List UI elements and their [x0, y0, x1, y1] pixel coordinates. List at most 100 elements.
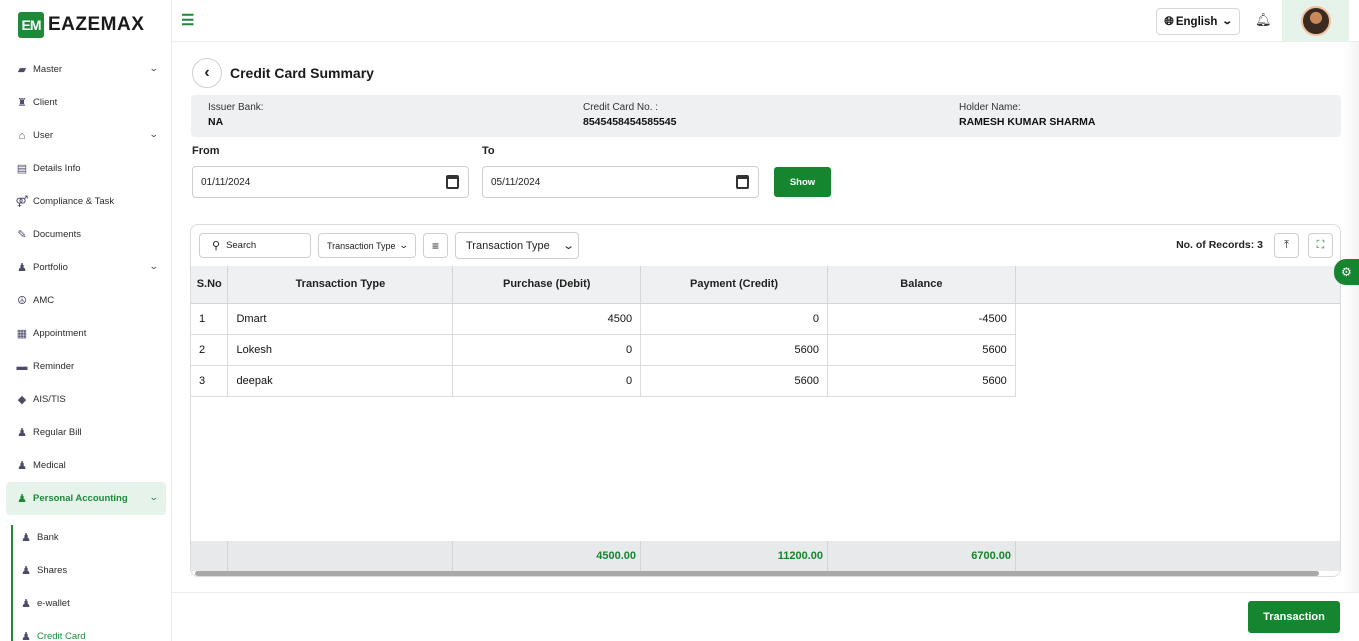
sidebar-item-label: AIS/TIS: [33, 394, 66, 405]
table-row[interactable]: 2 Lokesh 0 5600 5600: [191, 334, 1340, 366]
cell-transaction-type: Lokesh: [227, 334, 454, 366]
profile-menu[interactable]: [1282, 0, 1349, 42]
user-check-icon: ♟: [17, 427, 27, 439]
chevron-down-icon: ⌄: [561, 240, 575, 252]
chevron-down-icon: ⌄: [397, 240, 409, 250]
calendar-icon[interactable]: [736, 175, 749, 189]
footer-divider: [172, 592, 1359, 593]
sidebar-item-reminder[interactable]: ▬ Reminder: [0, 350, 171, 383]
sidebar-subitem-credit-card[interactable]: ♟ Credit Card: [0, 620, 171, 641]
language-label: English: [1175, 15, 1218, 28]
right-shade: [1343, 42, 1359, 592]
sidebar-item-appointment[interactable]: ▦ Appointment: [0, 317, 171, 350]
chevron-down-icon: ⌄: [149, 261, 160, 271]
totals-cell-empty: [191, 541, 228, 571]
hamburger-menu-icon[interactable]: ☰: [181, 13, 194, 28]
sidebar-item-details-info[interactable]: ▤ Details Info: [0, 152, 171, 185]
documents-icon: ✎: [17, 229, 27, 241]
cell-debit: 0: [452, 334, 642, 366]
sidebar-item-label: Portfolio: [33, 262, 68, 273]
chevron-down-icon: ⌄: [149, 63, 160, 73]
column-header-empty: [1015, 266, 1340, 304]
portfolio-icon: ♟: [17, 262, 27, 274]
to-date-input[interactable]: 05/11/2024: [482, 166, 759, 198]
sidebar: EM EAZEMAX ▰ Master ⌄ ♜ Client ⌂ User ⌄ ▤ Details…: [0, 0, 172, 641]
cell-balance: 5600: [827, 365, 1016, 397]
sidebar-item-label: Personal Accounting: [33, 493, 128, 504]
sidebar-item-label: Master: [33, 64, 63, 75]
record-count: No. of Records: 3: [1176, 239, 1263, 251]
sidebar-item-user[interactable]: ⌂ User ⌄: [0, 119, 171, 152]
sidebar-item-master[interactable]: ▰ Master ⌄: [0, 53, 171, 86]
holder-name-label: Holder Name:: [959, 102, 1021, 113]
sidebar-nav: ▰ Master ⌄ ♜ Client ⌂ User ⌄ ▤ Details Info ⚤ Compl…: [0, 53, 171, 641]
cell-debit: 4500: [452, 303, 642, 335]
sidebar-item-medical[interactable]: ♟ Medical: [0, 449, 171, 482]
client-icon: ♜: [17, 97, 27, 109]
fullscreen-button[interactable]: ⛶: [1308, 233, 1333, 258]
sidebar-item-portfolio[interactable]: ♟ Portfolio ⌄: [0, 251, 171, 284]
language-selector[interactable]: 🌐︎ English ⌄: [1156, 8, 1240, 35]
cell-credit: 5600: [640, 334, 828, 366]
transactions-table: S.No Transaction Type Purchase (Debit) P…: [191, 266, 1340, 397]
column-header-balance[interactable]: Balance: [827, 266, 1016, 304]
transaction-type-filter[interactable]: Transaction Type ⌄: [455, 232, 579, 259]
sidebar-subitem-shares[interactable]: ♟ Shares: [0, 554, 171, 587]
sidebar-item-documents[interactable]: ✎ Documents: [0, 218, 171, 251]
column-header-type[interactable]: Transaction Type: [227, 266, 454, 304]
show-button[interactable]: Show: [774, 167, 831, 197]
calendar-icon[interactable]: [446, 175, 459, 189]
notification-bell-icon[interactable]: 🔔︎: [1255, 12, 1272, 28]
sidebar-item-label: Compliance & Task: [33, 196, 115, 207]
column-header-credit[interactable]: Payment (Credit): [640, 266, 828, 304]
column-header-debit[interactable]: Purchase (Debit): [452, 266, 642, 304]
sidebar-item-regular-bill[interactable]: ♟ Regular Bill: [0, 416, 171, 449]
appointment-icon: ▦: [16, 328, 28, 340]
to-label: To: [482, 145, 495, 157]
sidebar-subitem-e-wallet[interactable]: ♟ e-wallet: [0, 587, 171, 620]
sidebar-item-label: Details Info: [33, 163, 81, 174]
cell-filler: [1015, 334, 1340, 365]
cell-sno: 3: [191, 365, 229, 397]
user-check-icon: ♟: [21, 631, 31, 641]
table-row[interactable]: 1 Dmart 4500 0 -4500: [191, 303, 1340, 335]
search-placeholder: Search: [226, 240, 257, 251]
page-title: Credit Card Summary: [230, 65, 374, 81]
column-header-sno[interactable]: S.No: [191, 266, 229, 304]
reminder-icon: ▬: [16, 360, 28, 373]
sidebar-item-personal-accounting[interactable]: ♟ Personal Accounting ⌄: [6, 482, 166, 515]
from-date-input[interactable]: 01/11/2024: [192, 166, 469, 198]
sidebar-item-client[interactable]: ♜ Client: [0, 86, 171, 119]
search-input[interactable]: ⚲ Search: [199, 233, 311, 258]
back-button[interactable]: ‹: [192, 58, 222, 88]
sidebar-item-label: Appointment: [33, 328, 87, 339]
amc-icon: ☮: [17, 295, 27, 307]
card-number-label: Credit Card No. :: [583, 102, 659, 113]
horizontal-scrollbar[interactable]: [195, 571, 1319, 576]
transaction-type-label: Transaction Type: [326, 240, 396, 251]
table-row[interactable]: 3 deepak 0 5600 5600: [191, 365, 1340, 397]
sidebar-item-amc[interactable]: ☮ AMC: [0, 284, 171, 317]
from-label: From: [192, 145, 220, 157]
app-logo[interactable]: EM EAZEMAX: [18, 12, 144, 38]
settings-gear-icon[interactable]: ⚙︎: [1334, 259, 1359, 285]
cell-balance: -4500: [827, 303, 1016, 335]
filter-button[interactable]: ≡: [423, 233, 448, 258]
transaction-type-dropdown[interactable]: Transaction Type ⌄: [318, 233, 416, 258]
logo-text: EAZEMAX: [48, 14, 145, 35]
tag-icon: ◆: [17, 394, 27, 406]
cell-debit: 0: [452, 365, 642, 397]
cell-credit: 0: [640, 303, 828, 335]
sidebar-item-ais-tis[interactable]: ◆ AIS/TIS: [0, 383, 171, 416]
card-number-value: 8545458454585545: [583, 116, 677, 128]
user-check-icon: ♟: [21, 532, 31, 544]
transaction-button[interactable]: Transaction: [1248, 601, 1340, 633]
total-credit: 11200.00: [641, 541, 828, 571]
sidebar-item-compliance-task[interactable]: ⚤ Compliance & Task: [0, 185, 171, 218]
transactions-card: ⚲ Search Transaction Type ⌄ ≡ Transactio…: [190, 224, 1341, 577]
sidebar-subitem-bank[interactable]: ♟ Bank: [0, 521, 171, 554]
export-button[interactable]: ⤒: [1274, 233, 1299, 258]
user-check-icon: ♟: [17, 460, 27, 472]
user-check-icon: ♟: [17, 493, 27, 505]
upload-icon: ⤒: [1284, 239, 1289, 251]
